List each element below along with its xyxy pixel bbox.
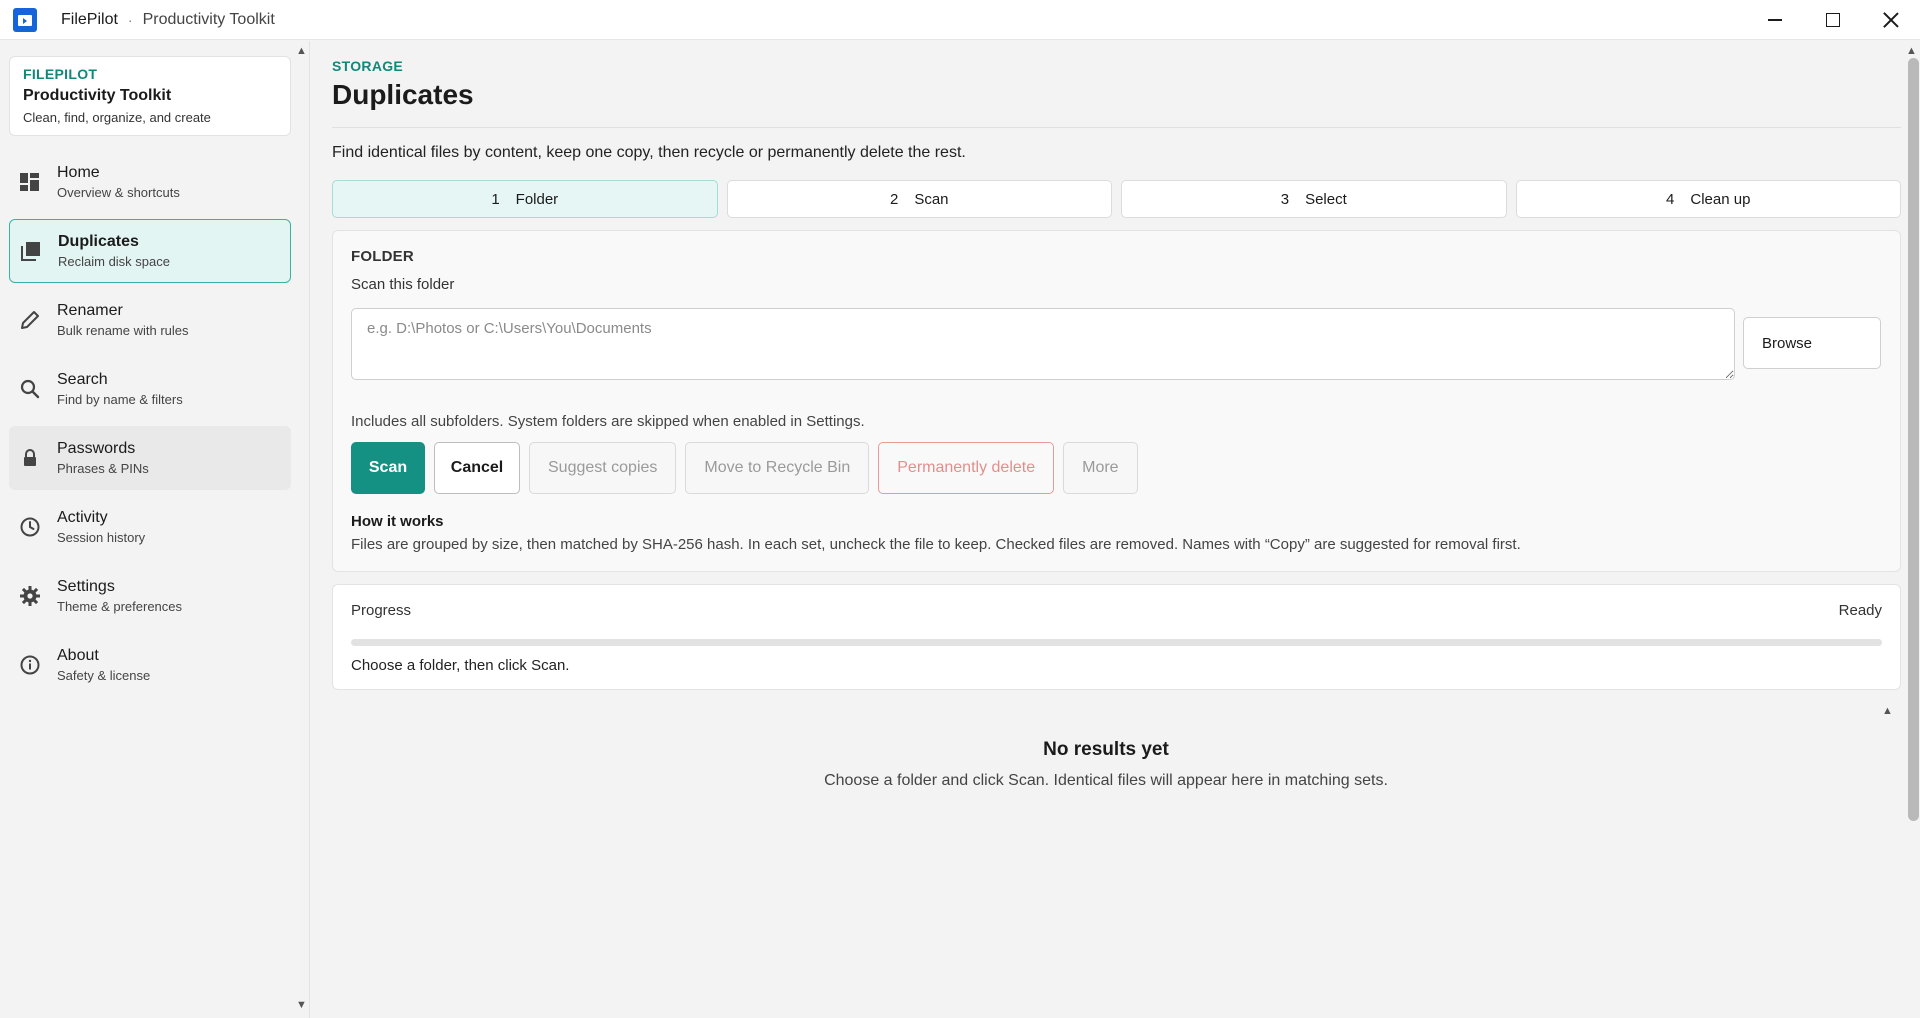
page-intro: Find identical files by content, keep on… [332,144,966,161]
action-bar: Scan Cancel Suggest copies Move to Recyc… [351,442,1138,494]
sidebar: ▲ FILEPILOT Productivity Toolkit Clean, … [0,41,310,1018]
window-title-separator: · [127,11,133,28]
stepper: 1 Folder 2 Scan 3 Select 4 Clean up [332,180,1901,218]
step-label: Folder [515,190,559,208]
close-button[interactable] [1862,0,1920,40]
duplicates-icon [20,240,42,262]
permanently-delete-button[interactable]: Permanently delete [878,442,1055,494]
step-label: Select [1305,190,1347,208]
sidebar-item-sub: Theme & preferences [57,599,183,614]
minimize-button[interactable] [1746,0,1804,40]
step-clean-up[interactable]: 4 Clean up [1515,180,1901,218]
step-number: 3 [1280,190,1290,208]
progress-label: Progress [351,602,412,619]
step-label: Clean up [1690,190,1751,208]
dashboard-icon [19,171,41,193]
title-bar: FilePilot · Productivity Toolkit [0,0,1920,40]
how-it-works-title: How it works [351,513,444,530]
brand-description: Clean, find, organize, and create [23,110,211,125]
scrollbar-thumb[interactable] [1908,58,1919,821]
close-icon [1883,12,1899,28]
suggest-copies-button[interactable]: Suggest copies [529,442,677,494]
progress-status: Ready [1838,602,1882,619]
sidebar-item-renamer[interactable]: Renamer Bulk rename with rules [9,288,291,352]
sidebar-item-label: Renamer [57,302,123,319]
step-number: 2 [889,190,899,208]
sidebar-item-label: Home [57,164,100,181]
empty-state-text: Choose a folder and click Scan. Identica… [824,772,1388,789]
sidebar-item-home[interactable]: Home Overview & shortcuts [9,150,291,214]
browse-button[interactable]: Browse [1743,317,1881,369]
app-folder-icon [13,7,37,32]
maximize-icon [1826,13,1840,27]
empty-state-title: No results yet [1043,739,1169,760]
more-button[interactable]: More [1063,442,1138,494]
cancel-button[interactable]: Cancel [434,442,520,494]
sidebar-item-label: Duplicates [58,233,139,250]
scan-button[interactable]: Scan [351,442,425,494]
how-it-works-text: Files are grouped by size, then matched … [351,536,1521,553]
sidebar-item-passwords[interactable]: Passwords Phrases & PINs [9,426,291,490]
window-controls [1746,0,1920,40]
progress-card: Progress Ready Choose a folder, then cli… [332,584,1901,690]
window-title-app: FilePilot [61,10,118,28]
sidebar-item-sub: Bulk rename with rules [57,323,189,338]
window-title-subtitle: Productivity Toolkit [142,10,275,28]
sidebar-item-sub: Phrases & PINs [57,461,149,476]
sidebar-item-search[interactable]: Search Find by name & filters [9,357,291,421]
sidebar-item-label: Passwords [57,440,136,457]
sidebar-item-label: Search [57,371,108,388]
folder-field-label: Scan this folder [351,276,455,293]
sidebar-item-sub: Safety & license [57,668,151,683]
step-number: 4 [1666,190,1675,208]
main-scrollbar[interactable]: ▲ [1901,41,1920,1018]
folder-card: FOLDER Scan this folder Browse Includes … [332,230,1901,572]
clock-icon [19,516,41,538]
sidebar-item-sub: Overview & shortcuts [57,185,180,200]
step-label: Scan [914,190,949,208]
sidebar-item-duplicates[interactable]: Duplicates Reclaim disk space [9,219,291,283]
move-to-recycle-bin-button[interactable]: Move to Recycle Bin [685,442,870,494]
sidebar-item-label: Settings [57,578,115,595]
minimize-icon [1768,19,1782,21]
folder-section-label: FOLDER [351,248,414,265]
progress-bar [351,639,1882,646]
sidebar-item-sub: Session history [57,530,146,545]
step-folder[interactable]: 1 Folder [332,180,718,218]
sidebar-item-activity[interactable]: Activity Session history [9,495,291,559]
brand-kicker: FILEPILOT [23,66,98,82]
step-scan[interactable]: 2 Scan [726,180,1112,218]
sidebar-scroll-up-icon[interactable]: ▲ [296,45,307,57]
pencil-icon [19,309,41,331]
progress-message: Choose a folder, then click Scan. [351,657,570,674]
results-scroll-up-icon[interactable]: ▲ [1882,705,1893,717]
sidebar-scroll-down-icon[interactable]: ▼ [296,999,307,1011]
folder-path-input[interactable] [351,308,1735,380]
scroll-up-icon[interactable]: ▲ [1906,45,1917,57]
maximize-button[interactable] [1804,0,1862,40]
sidebar-item-sub: Reclaim disk space [58,254,170,269]
search-icon [19,378,41,400]
lock-icon [19,447,41,469]
sidebar-item-settings[interactable]: Settings Theme & preferences [9,564,291,628]
gear-icon [19,585,41,607]
main-content: STORAGE Duplicates Find identical files … [311,41,1920,1018]
step-number: 1 [491,190,500,208]
info-icon [19,654,41,676]
folder-hint: Includes all subfolders. System folders … [351,413,865,430]
sidebar-item-sub: Find by name & filters [57,392,183,407]
title-divider [332,127,1901,128]
sidebar-item-label: About [57,647,99,664]
sidebar-item-about[interactable]: About Safety & license [9,633,291,697]
breadcrumb: STORAGE [332,58,404,74]
step-select[interactable]: 3 Select [1121,180,1507,218]
brand-title: Productivity Toolkit [23,87,172,104]
page-title: Duplicates [332,79,474,110]
sidebar-item-label: Activity [57,509,108,526]
brand-card: FILEPILOT Productivity Toolkit Clean, fi… [9,56,291,136]
